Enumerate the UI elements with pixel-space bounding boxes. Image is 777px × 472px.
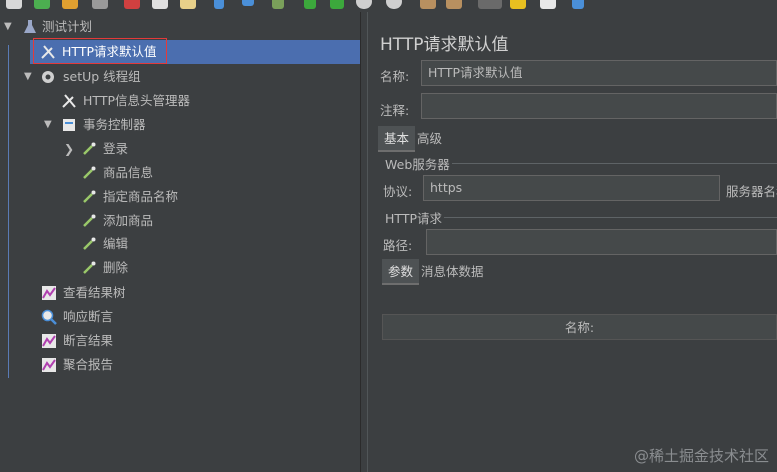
tree-item-add-product[interactable]: 添加商品: [0, 209, 360, 233]
protocol-field[interactable]: https: [423, 175, 720, 201]
tree-item-response-assertion[interactable]: 响应断言: [0, 305, 360, 329]
tab-body-data[interactable]: 消息体数据: [421, 259, 484, 285]
web-server-group-label: Web服务器: [385, 157, 450, 172]
templates-icon[interactable]: [34, 0, 50, 9]
highlight-box: [33, 38, 167, 64]
save-icon[interactable]: [92, 0, 108, 9]
tree-item-specify-product[interactable]: 指定商品名称: [0, 185, 360, 209]
chevron-down-icon[interactable]: ▼: [44, 113, 52, 137]
name-field[interactable]: HTTP请求默认值: [421, 60, 777, 86]
tree-item-label: 编辑: [103, 236, 129, 251]
tree-item-transaction-controller[interactable]: ▼ 事务控制器: [0, 113, 360, 137]
toggle-icon[interactable]: [272, 0, 284, 9]
tree-item-edit[interactable]: 编辑: [0, 232, 360, 256]
tree-item-setup-thread-group[interactable]: ▼ setUp 线程组: [0, 65, 360, 89]
tab-parameters[interactable]: 参数: [382, 259, 420, 285]
wrench-icon: [62, 94, 76, 108]
new-icon[interactable]: [6, 0, 22, 9]
tree-item-header-manager[interactable]: HTTP信息头管理器: [0, 89, 360, 113]
toolbar: [0, 0, 777, 12]
shutdown-icon[interactable]: [386, 0, 402, 9]
tree-item-label: 断言结果: [63, 333, 114, 348]
comment-label: 注释:: [380, 103, 410, 118]
expand-icon[interactable]: [214, 0, 224, 9]
gear-icon: [42, 71, 54, 83]
tree-item-label: 登录: [103, 141, 129, 156]
pipette-icon: [83, 261, 96, 274]
chart-icon: [42, 358, 56, 372]
chart-icon: [42, 286, 56, 300]
tab-advanced[interactable]: 高级: [417, 126, 442, 152]
cut-icon[interactable]: [124, 0, 140, 9]
magnifier-icon: [41, 309, 57, 325]
paste-icon[interactable]: [180, 0, 196, 9]
pipette-icon: [83, 166, 96, 179]
group-divider: [444, 217, 777, 218]
tree-item-label: HTTP信息头管理器: [83, 93, 190, 108]
pipette-icon: [83, 142, 96, 155]
flask-icon: [24, 20, 36, 33]
parameters-table-header: 名称:: [382, 314, 777, 340]
tree-item-label: 添加商品: [103, 213, 154, 228]
tree-item-delete[interactable]: 删除: [0, 256, 360, 280]
stop-icon[interactable]: [356, 0, 372, 9]
chevron-down-icon[interactable]: ▼: [24, 65, 32, 89]
clear-icon[interactable]: [420, 0, 436, 9]
pipette-icon: [83, 214, 96, 227]
group-divider: [452, 163, 777, 164]
chart-icon: [42, 334, 56, 348]
function-helper-icon[interactable]: [540, 0, 556, 9]
chevron-right-icon[interactable]: ❯: [64, 137, 74, 161]
path-field[interactable]: [426, 229, 777, 255]
collapse-icon[interactable]: [242, 0, 254, 6]
chevron-down-icon[interactable]: ▼: [4, 15, 12, 39]
tree-item-label: 删除: [103, 260, 129, 275]
comment-field[interactable]: [421, 93, 777, 119]
name-label: 名称:: [380, 69, 410, 84]
search-binoculars-icon[interactable]: [478, 0, 502, 9]
tab-basic[interactable]: 基本: [378, 126, 416, 152]
start-no-pause-icon[interactable]: [330, 0, 344, 9]
tree-item-label: 聚合报告: [63, 357, 114, 372]
open-icon[interactable]: [62, 0, 78, 9]
tree-item-login[interactable]: ❯ 登录: [0, 137, 360, 161]
start-icon[interactable]: [304, 0, 316, 9]
config-panel: HTTP请求默认值 名称: HTTP请求默认值 注释: 基本 高级 Web服务器…: [368, 12, 777, 472]
tree-item-label: 指定商品名称: [103, 189, 179, 204]
pipette-icon: [83, 190, 96, 203]
tree-item-label: 测试计划: [42, 19, 93, 34]
tree-item-view-results-tree[interactable]: 查看结果树: [0, 281, 360, 305]
path-label: 路径:: [383, 238, 413, 253]
http-request-group-label: HTTP请求: [385, 211, 442, 226]
tree-item-assertion-results[interactable]: 断言结果: [0, 329, 360, 353]
server-name-label: 服务器名称: [726, 184, 777, 199]
tree-item-aggregate-report[interactable]: 聚合报告: [0, 353, 360, 377]
help-icon[interactable]: [572, 0, 584, 9]
tree-item-label: 响应断言: [63, 309, 114, 324]
tree-item-product-info[interactable]: 商品信息: [0, 161, 360, 185]
panel-splitter[interactable]: [360, 12, 368, 472]
tree-item-label: setUp 线程组: [63, 69, 141, 84]
watermark: @稀土掘金技术社区: [633, 447, 769, 465]
pipette-icon: [83, 237, 96, 250]
tree-item-label: 商品信息: [103, 165, 154, 180]
copy-icon[interactable]: [152, 0, 168, 9]
page-title: HTTP请求默认值: [380, 35, 509, 55]
clear-all-icon[interactable]: [446, 0, 462, 9]
reset-search-icon[interactable]: [510, 0, 526, 9]
tree-item-label: 事务控制器: [83, 117, 146, 132]
tree-item-root[interactable]: ▼ 测试计划: [0, 15, 360, 39]
tree-item-label: 查看结果树: [63, 285, 126, 300]
protocol-label: 协议:: [383, 184, 413, 199]
controller-icon: [63, 119, 75, 131]
